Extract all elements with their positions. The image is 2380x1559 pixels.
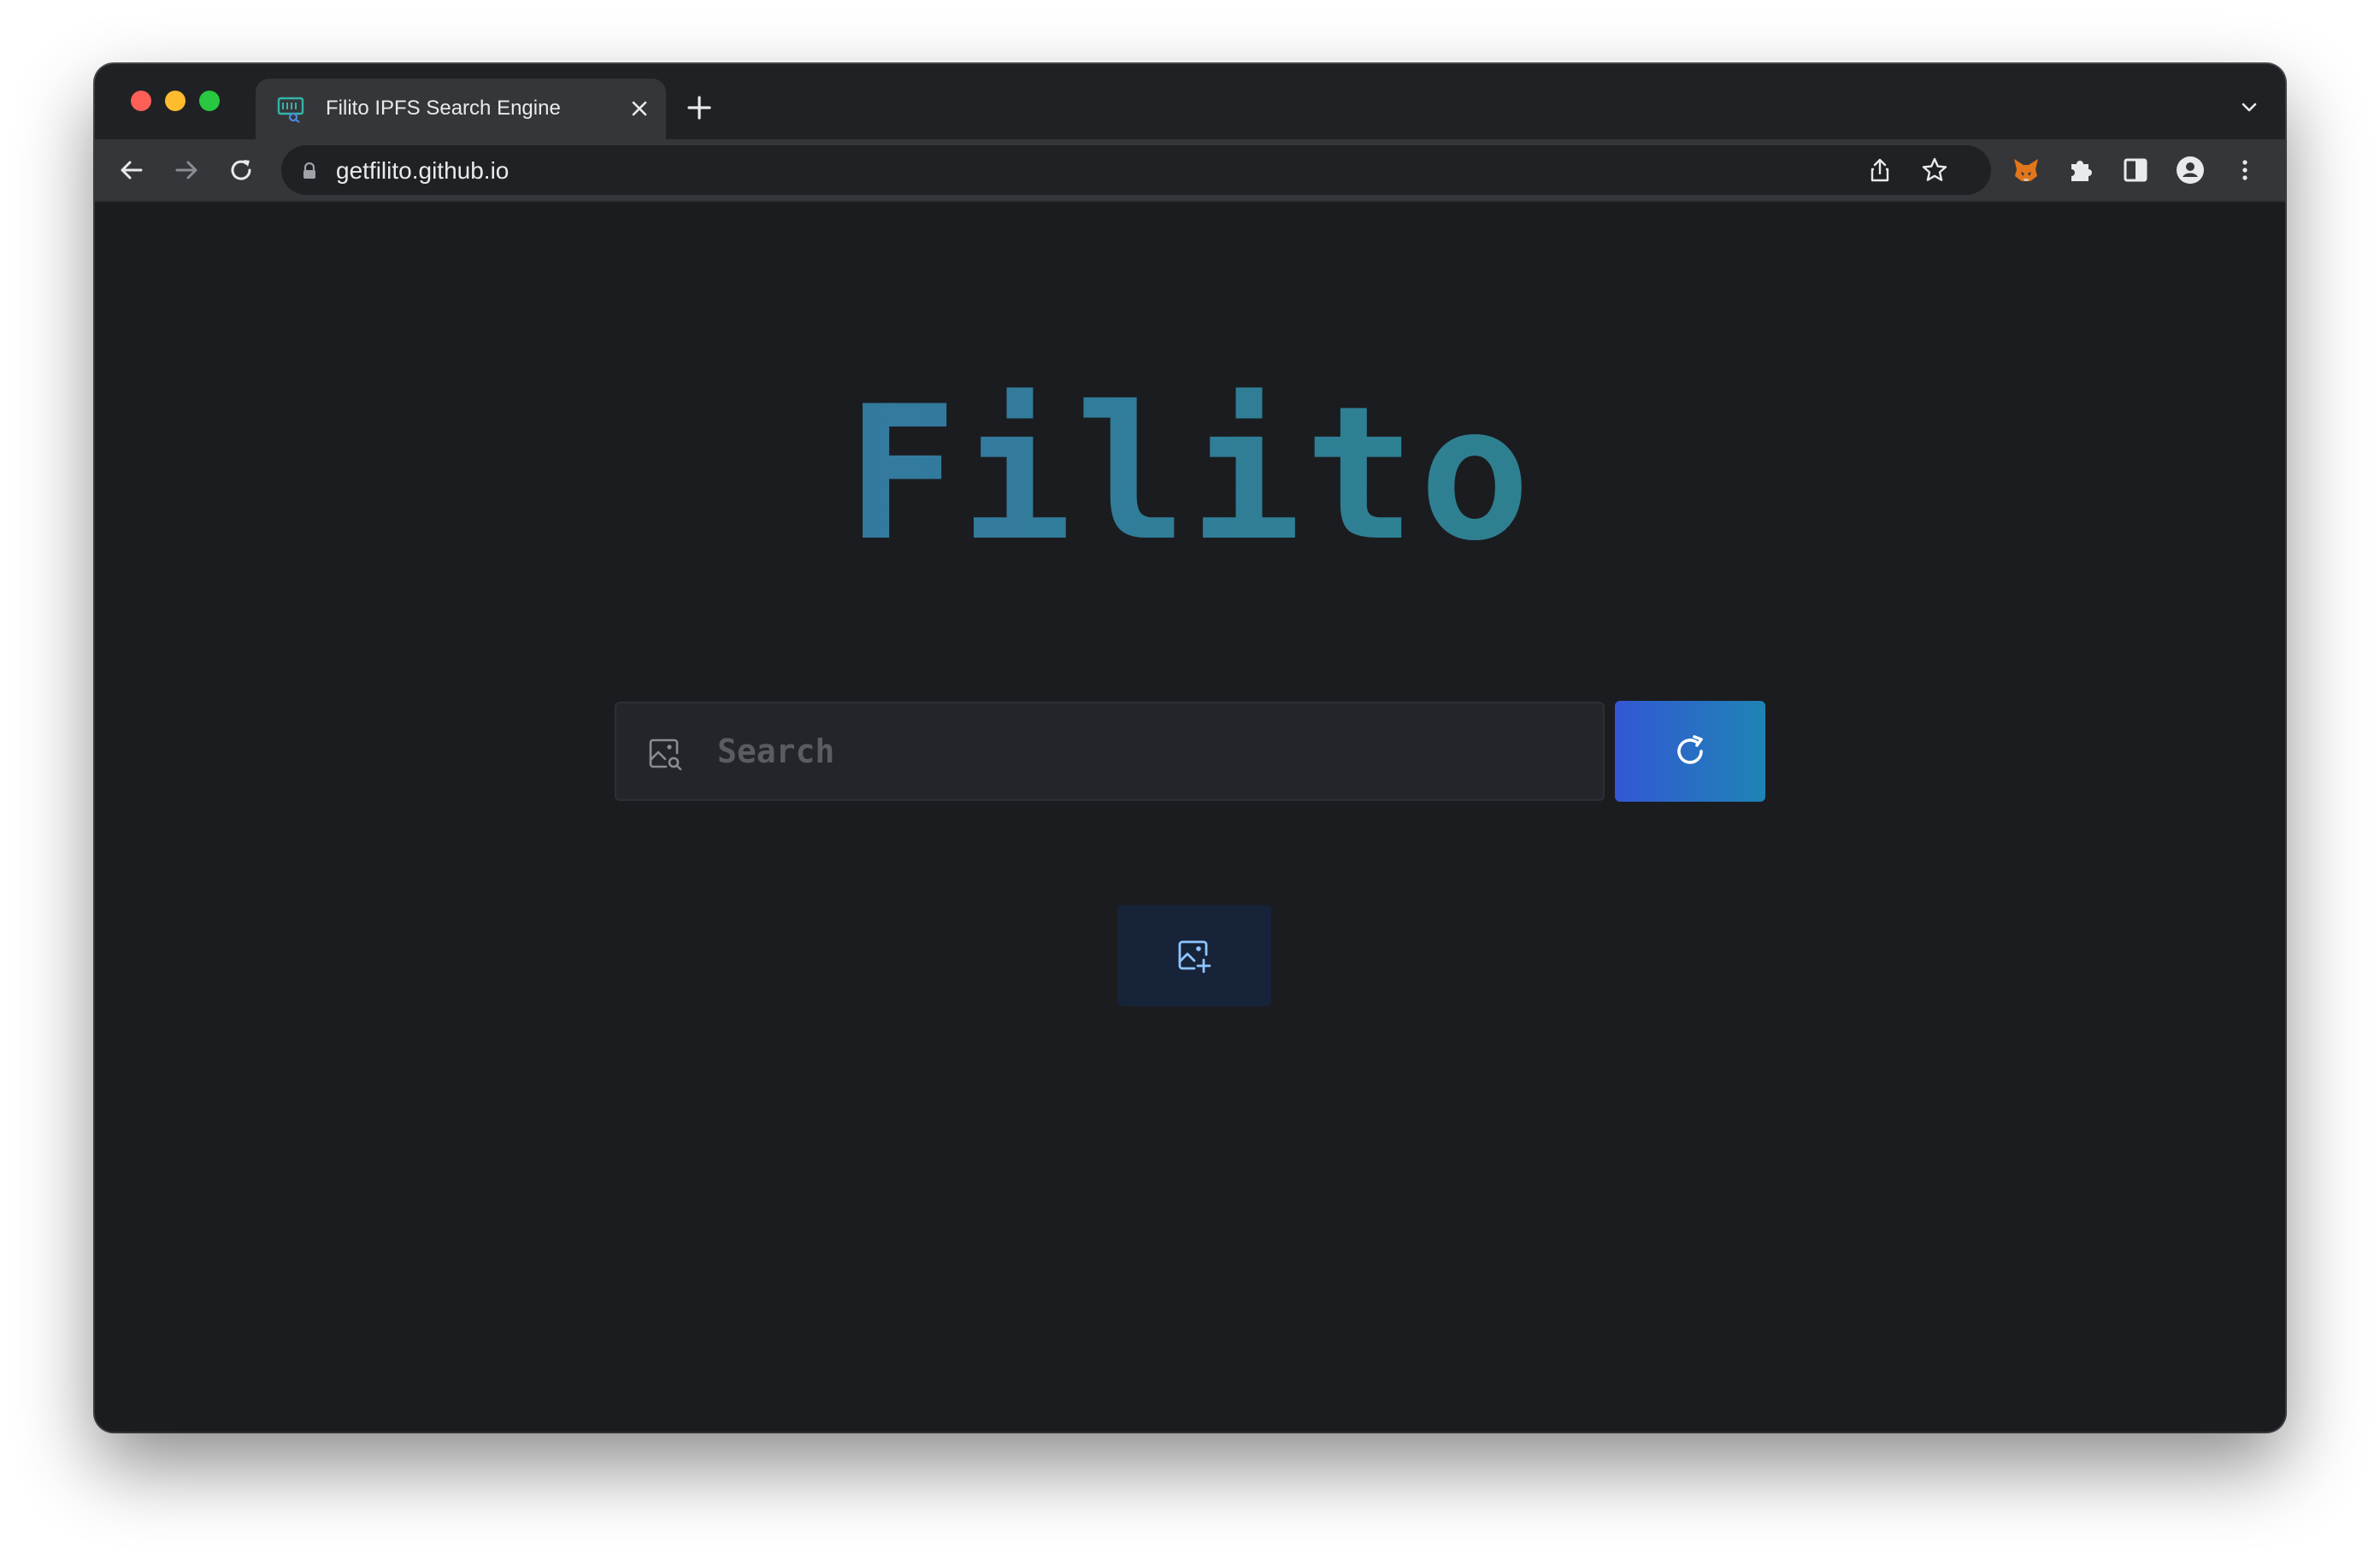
lock-icon[interactable] (302, 162, 317, 179)
tab-title: Filito IPFS Search Engine (326, 97, 561, 120)
arrow-left-icon[interactable] (117, 156, 146, 185)
address-bar[interactable]: getfilito.github.io (281, 145, 1991, 195)
upload-image-button[interactable] (1117, 905, 1271, 1006)
search-input[interactable] (717, 727, 1572, 775)
tab-strip: Filito IPFS Search Engine (95, 64, 2285, 139)
star-icon[interactable] (1921, 156, 1948, 184)
puzzle-icon[interactable] (2066, 156, 2095, 185)
side-panel-icon[interactable] (2121, 156, 2150, 185)
close-tab-icon[interactable] (628, 97, 651, 120)
close-window-button[interactable] (131, 91, 151, 111)
share-icon[interactable] (1866, 156, 1894, 184)
image-search-icon (649, 738, 682, 771)
chevron-down-icon[interactable] (2239, 97, 2259, 117)
maximize-window-button[interactable] (199, 91, 220, 111)
person-icon[interactable] (2176, 156, 2205, 185)
browser-toolbar: getfilito.github.io (95, 139, 2285, 203)
page-content: Filito (95, 203, 2285, 1432)
new-tab-icon[interactable] (686, 95, 712, 121)
refresh-icon (1677, 735, 1703, 764)
arrow-right-icon[interactable] (172, 156, 201, 185)
url-text: getfilito.github.io (336, 157, 510, 184)
reload-icon[interactable] (227, 156, 256, 185)
browser-tab[interactable]: Filito IPFS Search Engine (256, 79, 666, 139)
image-plus-icon (1178, 940, 1211, 974)
browser-window: Filito IPFS Search Engine getfilito.gith… (95, 64, 2285, 1432)
kebab-menu-icon[interactable] (2230, 156, 2259, 185)
search-box[interactable] (615, 702, 1605, 801)
refresh-button[interactable] (1615, 701, 1765, 802)
filito-favicon-icon (277, 97, 304, 123)
fox-icon[interactable] (2012, 156, 2041, 185)
logo-title: Filito (95, 382, 2285, 567)
minimize-window-button[interactable] (165, 91, 186, 111)
